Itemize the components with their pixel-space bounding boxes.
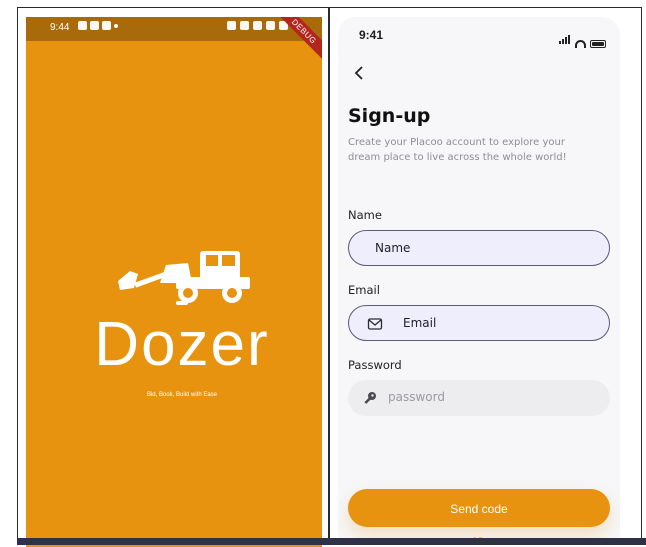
image-icon	[102, 21, 111, 30]
system-icons	[227, 21, 288, 30]
splash-screen: 9:44 DEBUG Dozer Bid, Book, Build with E…	[26, 17, 322, 547]
splash-screenshot-frame: 9:44 DEBUG Dozer Bid, Book, Build with E…	[17, 7, 329, 547]
password-label: Password	[348, 358, 402, 372]
mail-icon	[367, 318, 383, 330]
email-label: Email	[348, 283, 380, 297]
alarm-icon	[227, 21, 236, 30]
mute-icon	[240, 21, 249, 30]
signup-screen: 9:41 Sign-up Create your Placoo account …	[338, 17, 620, 543]
name-field-value: Name	[375, 241, 411, 255]
signal-icon	[266, 21, 275, 30]
email-field[interactable]: Email	[348, 305, 610, 341]
page-subtitle: Create your Placoo account to explore yo…	[348, 137, 567, 163]
signal-icon	[559, 29, 571, 48]
ios-status-bar: 9:41	[338, 17, 620, 51]
send-code-button[interactable]: Send code	[348, 489, 610, 527]
email-field-value: Email	[403, 316, 437, 330]
signup-screenshot-frame: 9:41 Sign-up Create your Placoo account …	[329, 7, 642, 545]
back-arrow-icon[interactable]	[350, 63, 370, 83]
bulldozer-icon	[118, 251, 250, 305]
wifi-icon	[575, 40, 586, 48]
password-placeholder: password	[388, 390, 445, 404]
telegram-icon	[78, 21, 87, 30]
app-logo-text: Dozer	[94, 310, 270, 379]
key-icon	[364, 392, 376, 404]
android-status-bar: 9:44	[26, 17, 322, 41]
dot-icon	[114, 24, 118, 28]
name-label: Name	[348, 208, 382, 222]
hotspot-icon	[253, 21, 262, 30]
battery-icon	[590, 40, 606, 48]
notification-icons	[78, 21, 118, 30]
name-field[interactable]: Name	[348, 230, 610, 266]
password-field[interactable]: password	[348, 380, 610, 416]
app-tagline: Bid, Book, Build with Ease	[146, 392, 218, 398]
status-time: 9:44	[50, 22, 70, 33]
status-time: 9:41	[359, 28, 384, 42]
taskbar-strip	[17, 538, 646, 545]
folder-icon	[90, 21, 99, 30]
status-icons	[559, 29, 606, 48]
page-title: Sign-up	[348, 105, 431, 127]
